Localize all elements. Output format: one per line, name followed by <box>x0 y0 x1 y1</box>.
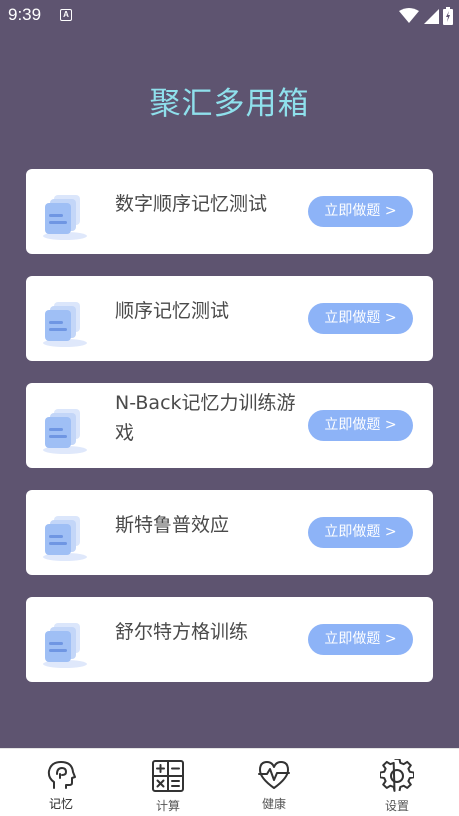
nav-label: 健康 <box>261 797 286 811</box>
test-card-schulte[interactable]: 舒尔特方格训练 立即做题 > <box>26 597 433 682</box>
start-quiz-button[interactable]: 立即做题 > <box>308 196 413 227</box>
document-stack-icon <box>43 302 87 347</box>
start-quiz-button[interactable]: 立即做题 > <box>308 410 413 441</box>
heart-pulse-icon <box>258 761 290 789</box>
status-time: 9:39 <box>8 5 42 24</box>
signal-icon <box>424 9 439 24</box>
card-title: 顺序记忆测试 <box>115 300 230 322</box>
brain-head-icon <box>47 761 76 789</box>
test-card-digit-order[interactable]: 数字顺序记忆测试 立即做题 > <box>26 169 433 254</box>
nav-label: 计算 <box>155 799 180 813</box>
battery-icon <box>443 7 453 25</box>
app-title: 聚汇多用箱 <box>149 86 310 122</box>
card-title: 舒尔特方格训练 <box>115 621 249 643</box>
card-title: N-Back记忆力训练游戏 <box>115 392 296 444</box>
document-stack-icon <box>43 516 87 561</box>
status-bar: 9:39 A <box>0 0 459 32</box>
status-icons <box>399 7 453 25</box>
start-quiz-button[interactable]: 立即做题 > <box>308 517 413 548</box>
wifi-icon <box>399 8 419 23</box>
document-stack-icon <box>43 409 87 454</box>
card-title: 数字顺序记忆测试 <box>115 193 268 215</box>
calculator-icon <box>152 760 184 792</box>
test-card-sequence-memory[interactable]: 顺序记忆测试 立即做题 > <box>26 276 433 361</box>
document-stack-icon <box>43 195 87 240</box>
nav-label: 记忆 <box>48 797 73 811</box>
nav-tab-settings[interactable]: 设置 <box>362 759 432 814</box>
test-card-n-back[interactable]: N-Back记忆力训练游戏 立即做题 > <box>26 383 433 468</box>
start-quiz-button[interactable]: 立即做题 > <box>308 624 413 655</box>
start-quiz-button[interactable]: 立即做题 > <box>308 303 413 334</box>
nav-tab-calculate[interactable]: 计算 <box>133 759 203 814</box>
test-card-stroop[interactable]: 斯特鲁普效应 立即做题 > <box>26 490 433 575</box>
notification-a-icon: A <box>60 9 72 21</box>
document-stack-icon <box>43 623 87 668</box>
gear-icon <box>380 759 414 792</box>
bottom-nav: 记忆 计算 健康 设置 <box>0 748 459 816</box>
nav-label: 设置 <box>384 799 409 813</box>
nav-tab-memory[interactable]: 记忆 <box>26 759 96 812</box>
card-title: 斯特鲁普效应 <box>115 514 230 536</box>
nav-tab-health[interactable]: 健康 <box>239 759 309 812</box>
